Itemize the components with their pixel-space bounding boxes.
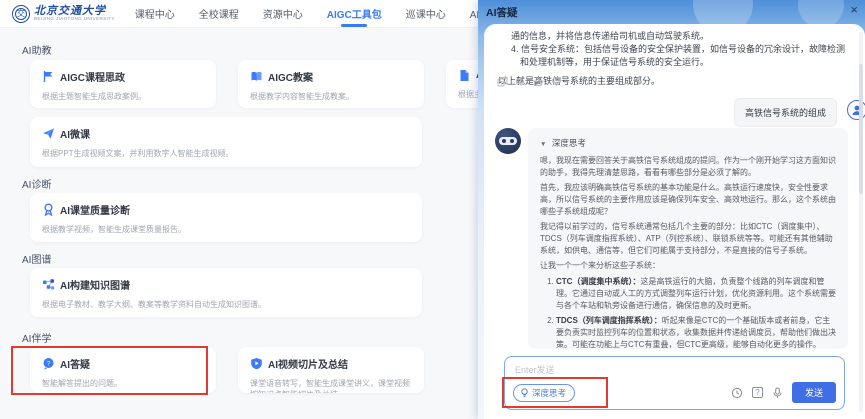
nav-item-patrol-center[interactable]: 巡课中心 xyxy=(400,0,452,28)
card-desc: 根据主题智能生成思政案例。 xyxy=(42,91,204,102)
thinking-list-item: TDCS（列车调度指挥系统）：听起来像是CTC的一个基础版本或者前身，它主要负责… xyxy=(556,315,836,349)
card-title: AIGC课程思政 xyxy=(60,69,125,84)
card-title: AIGC教案 xyxy=(268,69,313,84)
assistant-message-line: 通的信息，并将信息传递给司机或自动驾驶系统。 xyxy=(498,30,850,43)
thinking-list-item: CTC（调度集中系统）：这是高铁运行的大脑，负责整个线路的列车调度和管理。它通过… xyxy=(556,276,836,312)
thinking-paragraph: 首先，我应该明确高铁信号系统的基本功能是什么。高铁运行速度快，安全性要求高，所以… xyxy=(540,182,836,218)
close-icon[interactable]: × xyxy=(850,2,858,17)
card-ai-micro-lesson[interactable]: AI微课 根据PPT生成视频文案，并利用数字人智能生成视频。 xyxy=(30,117,422,167)
logo-english-name: BEIJING JIAOTONG UNIVERSITY xyxy=(34,17,115,22)
annotation-box-deep-thinking-button xyxy=(502,377,608,408)
card-desc: 课堂语音转写，智能生成课堂讲义，课堂视频按知识点智能切片及总结。 xyxy=(250,378,412,393)
plane-icon xyxy=(42,127,55,140)
card-ai-knowledge-graph[interactable]: AI构建知识图谱 根据电子教材、教学大纲、教案等教学资料自动生成知识图谱。 xyxy=(30,268,422,317)
send-button[interactable]: 发送 xyxy=(792,382,836,403)
annotation-box-ai-qa-card xyxy=(11,346,208,395)
chevron-down-icon: ▼ xyxy=(540,141,546,148)
graph-icon xyxy=(42,278,55,291)
video-icon xyxy=(250,357,263,370)
card-title: AI构建知识图谱 xyxy=(60,277,130,292)
deep-thinking-panel: ▼ 深度思考 嗯，我现在需要回答关于高铁信号系统组成的提问。作为一个刚开始学习这… xyxy=(528,128,848,349)
assistant-avatar xyxy=(495,128,521,154)
message-toolbar xyxy=(497,76,562,87)
nav-item-aigc-toolkit[interactable]: AIGC工具包 xyxy=(321,0,388,28)
card-title: AI课堂质量诊断 xyxy=(60,202,130,217)
copy-icon[interactable] xyxy=(497,76,508,87)
ai-qa-chat-panel: AI答疑 × 通的信息，并将信息传递给司机或自动驾驶系统。 4. 信号安全系统：… xyxy=(478,0,865,419)
chat-scrollbar-thumb[interactable] xyxy=(859,64,863,194)
app-root: 交 北京交通大学 BEIJING JIAOTONG UNIVERSITY 课程中… xyxy=(0,0,865,419)
input-right-tools: ? 发送 xyxy=(731,382,836,403)
card-aigc-lesson-plan[interactable]: AIGC教案 根据教学内容智能生成教案。 xyxy=(238,60,424,108)
doc-icon xyxy=(458,69,471,82)
section-title-ai-companion: AI伴学 xyxy=(22,330,51,345)
thumbs-up-icon[interactable] xyxy=(533,76,544,87)
assistant-message-line: 4. 信号安全系统：包括信号设备的安全保护装置，如信号设备的冗余设计，故障检测和… xyxy=(498,43,850,69)
nav-item-course-center[interactable]: 课程中心 xyxy=(129,0,181,28)
card-title: AI视频切片及总结 xyxy=(268,356,348,371)
card-ai-class-quality[interactable]: AI课堂质量诊断 根据教学视频，智能生成课堂质量报告。 xyxy=(30,193,422,242)
thinking-list: CTC（调度集中系统）：这是高铁运行的大脑，负责整个线路的列车调度和管理。它通过… xyxy=(556,276,836,349)
flag-icon xyxy=(42,70,55,83)
logo-chinese-name: 北京交通大学 xyxy=(34,5,115,16)
card-desc: 根据教学视频，智能生成课堂质量报告。 xyxy=(42,224,410,235)
chat-body: 通的信息，并将信息传递给司机或自动驾驶系统。 4. 信号安全系统：包括信号设备的… xyxy=(484,24,865,419)
card-desc: 根据PPT生成视频文案，并利用数字人智能生成视频。 xyxy=(42,148,410,159)
card-aigc-ideology[interactable]: AIGC课程思政 根据主题智能生成思政案例。 xyxy=(30,60,216,108)
medal-icon xyxy=(42,203,55,216)
robot-face-icon xyxy=(499,137,517,145)
user-message-row: 高铁信号系统的组成 xyxy=(484,98,865,126)
section-title-ai-graph: AI图谱 xyxy=(22,251,51,266)
thinking-paragraph: 嗯，我现在需要回答关于高铁信号系统组成的提问。作为一个刚开始学习这方面知识的助手… xyxy=(540,155,836,179)
thumbs-down-icon[interactable] xyxy=(551,76,562,87)
section-title-ai-assistant: AI助教 xyxy=(22,42,51,57)
university-logo: 交 北京交通大学 BEIJING JIAOTONG UNIVERSITY xyxy=(12,5,115,23)
nav-item-school-courses[interactable]: 全校课程 xyxy=(193,0,245,28)
book-icon xyxy=(250,70,263,83)
deep-thinking-header[interactable]: ▼ 深度思考 xyxy=(540,137,836,149)
input-placeholder: Enter发送 xyxy=(515,363,555,376)
chat-panel-title: AI答疑 xyxy=(486,5,518,20)
user-message-bubble: 高铁信号系统的组成 xyxy=(734,98,837,127)
card-desc: 根据电子教材、教学大纲、教案等教学资料自动生成知识图谱。 xyxy=(42,299,410,310)
microphone-icon[interactable] xyxy=(772,387,783,399)
thinking-paragraph: 我记得以前学过的，信号系统通常包括几个主要的部分：比如CTC（调度集中）、TDC… xyxy=(540,221,836,257)
section-title-ai-diagnosis: AI诊断 xyxy=(22,176,51,191)
card-desc: 根据教学内容智能生成教案。 xyxy=(250,91,412,102)
deep-thinking-label: 深度思考 xyxy=(552,138,586,148)
card-title: AI微课 xyxy=(60,126,90,141)
speaker-icon[interactable] xyxy=(515,76,526,87)
university-seal-icon: 交 xyxy=(12,5,30,23)
card-ai-video-clip[interactable]: AI视频切片及总结 课堂语音转写，智能生成课堂讲义，课堂视频按知识点智能切片及总… xyxy=(238,347,424,393)
help-icon[interactable]: ? xyxy=(752,387,763,398)
nav-item-resource-center[interactable]: 资源中心 xyxy=(257,0,309,28)
history-clock-icon[interactable] xyxy=(731,387,743,399)
thinking-paragraph: 让我一个一个来分析这些子系统： xyxy=(540,260,836,272)
